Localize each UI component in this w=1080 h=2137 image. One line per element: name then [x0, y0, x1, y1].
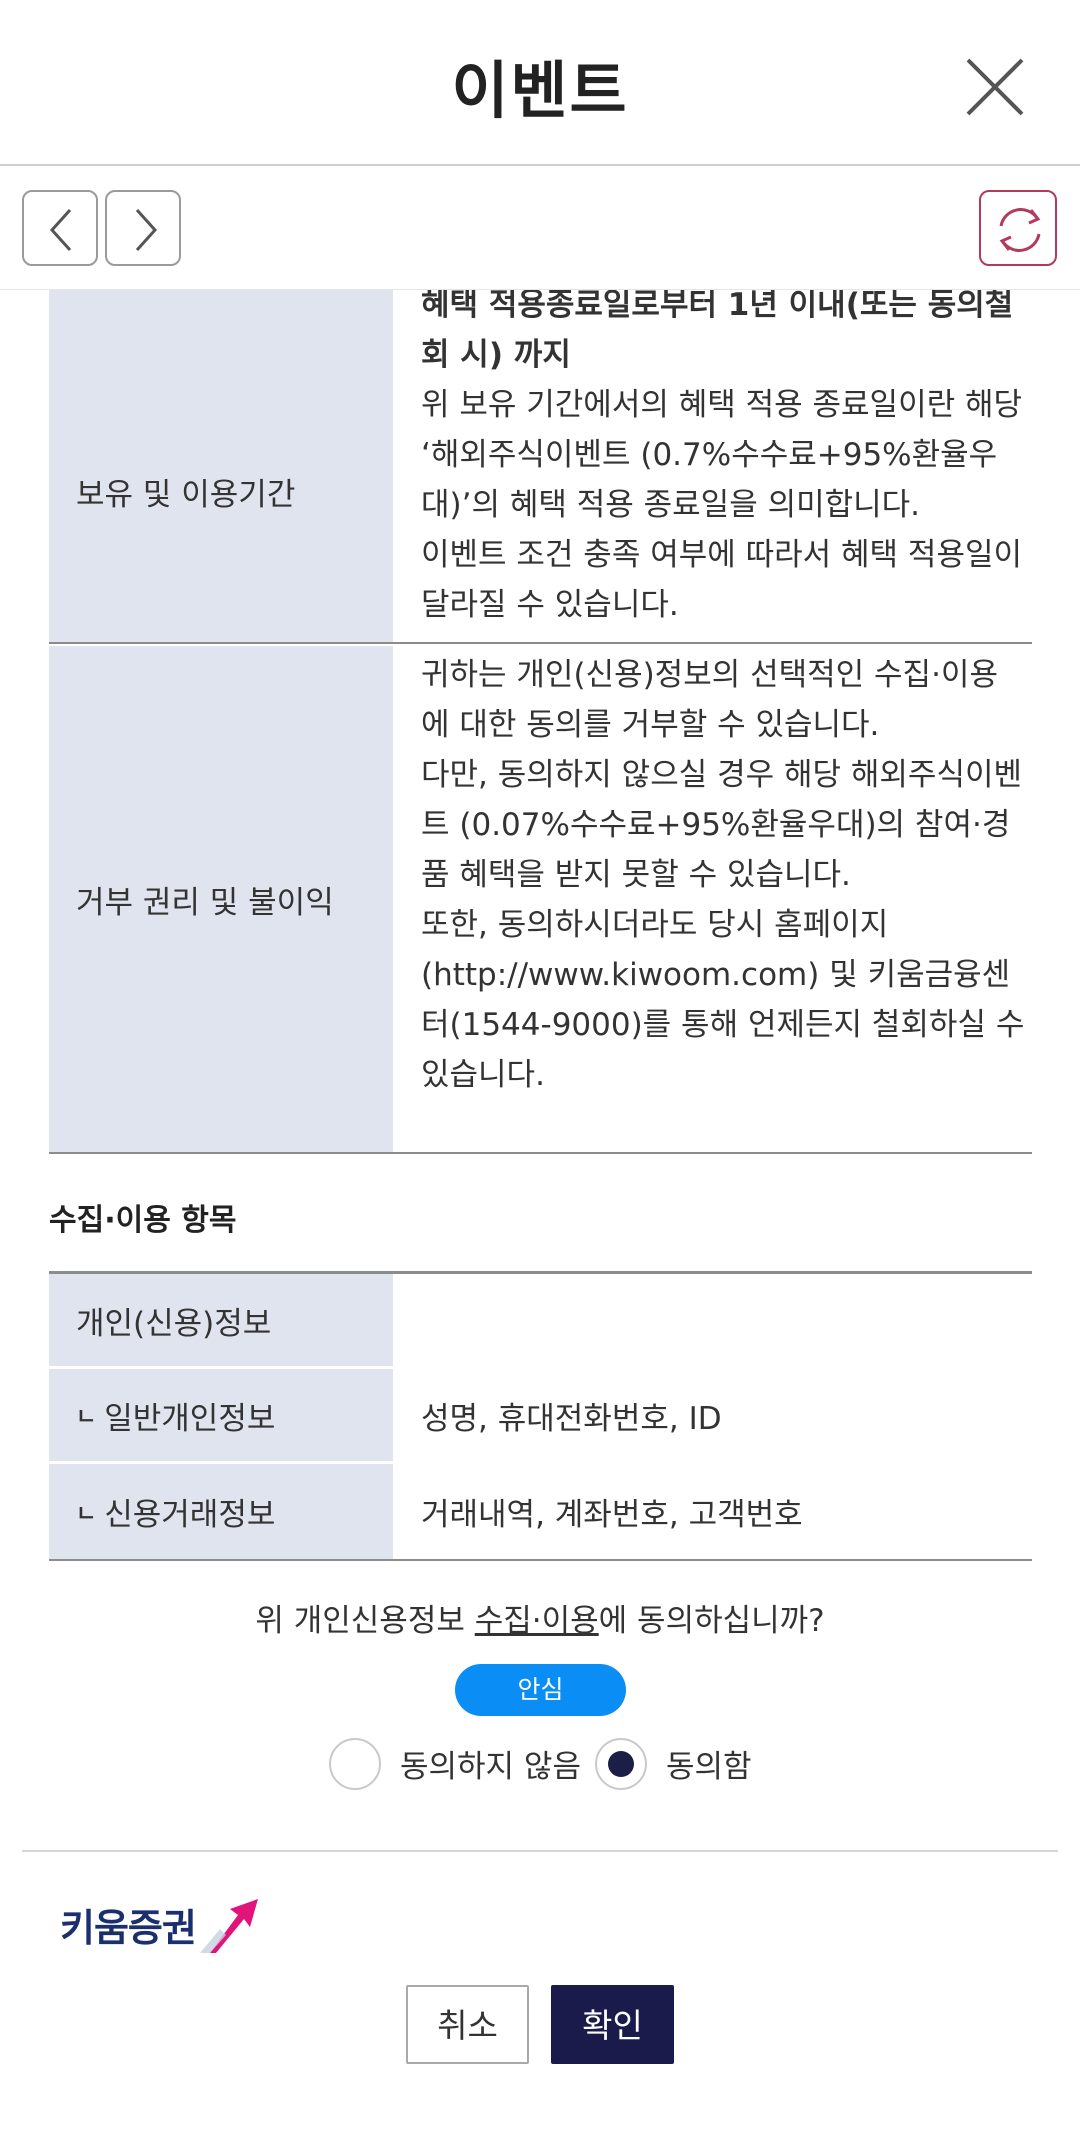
chevron-left-icon	[49, 208, 72, 252]
item-value	[393, 1274, 1032, 1366]
info-text-line: 또한, 동의하시더라도 당시 홈페이지	[421, 907, 889, 943]
agree-label[interactable]: 동의함	[666, 1741, 752, 1786]
info-text-line: 다만, 동의하지 않으실 경우 해당 해외주식이벤	[421, 757, 1023, 793]
info-text-line: 달라질 수 있습니다.	[421, 587, 679, 623]
info-text-line: 있습니다.	[421, 1057, 545, 1093]
navigation-bar	[0, 168, 1080, 290]
info-text-line: ‘해외주식이벤트 (0.7%수수료+95%환율우	[421, 437, 998, 473]
header: 이벤트	[0, 0, 1080, 166]
consent-question-prefix: 위 개인신용정보	[255, 1603, 475, 1639]
logo-arrow-icon	[200, 1899, 258, 1953]
info-text-line: 품 혜택을 받지 못할 수 있습니다.	[421, 857, 851, 893]
item-value: 성명, 휴대전화번호, ID	[421, 1400, 722, 1437]
confirm-button[interactable]: 확인	[551, 1985, 674, 2064]
info-text-line: 터(1544-9000)를 통해 언제든지 철회하실 수	[421, 1007, 1025, 1043]
chevron-right-icon	[135, 208, 158, 252]
info-row-retention: 보유 및 이용기간 혜택 적용종료일로부터 1년 이내(또는 동의철 회 시) …	[49, 290, 1032, 644]
info-text-line: 귀하는 개인(신용)정보의 선택적인 수집·이용	[421, 657, 998, 693]
sub-item-marker: ㄴ	[76, 1405, 97, 1430]
refresh-button[interactable]	[979, 190, 1057, 266]
close-icon[interactable]	[960, 52, 1030, 122]
table-row: ㄴ 신용거래정보 거래내역, 계좌번호, 고객번호	[49, 1464, 1032, 1559]
logo-text: 키움증권	[60, 1906, 197, 1950]
agree-radio[interactable]	[595, 1738, 647, 1790]
row-label: 보유 및 이용기간	[49, 290, 393, 642]
item-value: 거래내역, 계좌번호, 고객번호	[421, 1497, 803, 1533]
refresh-icon	[999, 208, 1041, 252]
consent-question: 위 개인신용정보 수집·이용에 동의하십니까?	[0, 1595, 1080, 1640]
radio-selected-dot	[608, 1751, 634, 1777]
consent-question-suffix: 에 동의하십니까?	[598, 1603, 825, 1639]
info-text-line: 회 시) 까지	[421, 337, 571, 373]
back-button[interactable]	[22, 190, 98, 266]
info-text-line: 대)’의 혜택 적용 종료일을 의미합니다.	[421, 487, 921, 523]
info-text-line: 트 (0.07%수수료+95%환율우대)의 참여·경	[421, 807, 1011, 843]
item-label: 신용거래정보	[104, 1497, 276, 1533]
info-text-line: 위 보유 기간에서의 혜택 적용 종료일이란 해당	[421, 387, 1023, 423]
disagree-label[interactable]: 동의하지 않음	[400, 1741, 581, 1786]
row-label: 거부 권리 및 불이익	[49, 646, 393, 1152]
sub-item-marker: ㄴ	[76, 1501, 97, 1527]
items-table: 개인(신용)정보 ㄴ 일반개인정보 성명, 휴대전화번호, ID ㄴ 신용거래정…	[49, 1271, 1032, 1561]
kiwoom-logo: 키움증권	[60, 1895, 260, 1955]
footer-divider	[22, 1850, 1058, 1852]
item-label: 일반개인정보	[104, 1400, 276, 1437]
section-title: 수집·이용 항목	[49, 1203, 237, 1238]
info-row-refusal: 거부 권리 및 불이익 귀하는 개인(신용)정보의 선택적인 수집·이용 에 대…	[49, 646, 1032, 1154]
page-title: 이벤트	[451, 54, 629, 127]
content-overlay: 보유 및 이용기간 혜택 적용종료일로부터 1년 이내(또는 동의철 회 시) …	[0, 290, 1080, 1840]
info-text-line: (http://www.kiwoom.com) 및 키움금융센	[421, 957, 1011, 993]
table-row: ㄴ 일반개인정보 성명, 휴대전화번호, ID	[49, 1369, 1032, 1464]
table-row: 개인(신용)정보	[49, 1274, 1032, 1369]
forward-button[interactable]	[105, 190, 181, 266]
disagree-radio[interactable]	[329, 1738, 381, 1790]
item-label: 개인(신용)정보	[49, 1274, 393, 1366]
info-text-line: 이벤트 조건 충족 여부에 따라서 혜택 적용일이	[421, 537, 1023, 573]
cancel-button[interactable]: 취소	[406, 1985, 529, 2064]
anshim-button[interactable]: 안심	[455, 1664, 626, 1716]
consent-question-underlined: 수집·이용	[474, 1603, 599, 1639]
info-text-line: 에 대한 동의를 거부할 수 있습니다.	[421, 707, 880, 743]
info-text-line: 혜택 적용종료일로부터 1년 이내(또는 동의철	[421, 290, 1014, 323]
